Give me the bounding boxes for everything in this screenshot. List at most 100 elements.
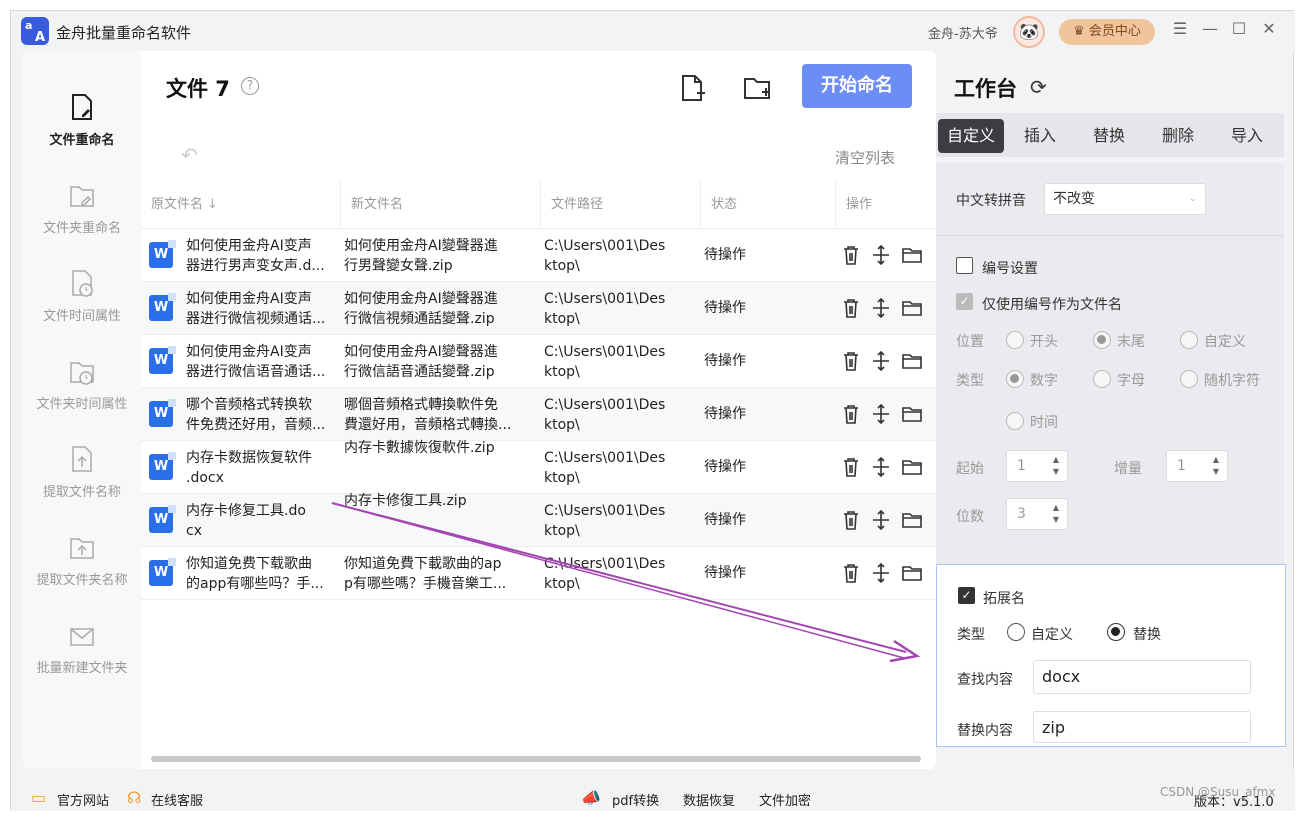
user-name[interactable]: 金舟-苏大爷	[928, 23, 998, 42]
move-icon[interactable]	[871, 403, 891, 425]
open-folder-icon[interactable]	[901, 562, 923, 584]
new-name-cell-line: 行微信視頻通話變聲.zip	[344, 311, 495, 327]
start-rename-button[interactable]: 开始命名	[802, 64, 912, 108]
new-name-cell-line: 你知道免費下載歌曲的ap	[344, 556, 502, 572]
pinyin-select[interactable]: 不改变 ⌄	[1044, 183, 1206, 215]
table-row[interactable]: W 你知道免费下载歌曲 的app有哪些吗？手... 你知道免費下載歌曲的ap p有哪些嗎…	[141, 547, 936, 600]
open-folder-icon[interactable]	[901, 403, 923, 425]
type-radio-letter[interactable]	[1093, 370, 1111, 388]
move-icon[interactable]	[871, 297, 891, 319]
table-row[interactable]: W 内存卡数据恢复软件 .docx 内存卡數據恢復軟件.zip C:\Users\001…	[141, 440, 936, 494]
sort-down-icon[interactable]: ↓	[207, 197, 218, 212]
word-file-icon: W	[149, 452, 176, 480]
sidebar-item-file-time[interactable]: 文件时间属性	[23, 269, 141, 324]
horizontal-scrollbar[interactable]	[151, 756, 921, 762]
extension-radio-replace[interactable]	[1107, 623, 1125, 641]
type-radio-time[interactable]	[1006, 412, 1024, 430]
move-icon[interactable]	[871, 509, 891, 531]
close-icon[interactable]: ✕	[1258, 19, 1280, 38]
digits-stepper[interactable]: 3 ▲ ▼	[1006, 498, 1068, 530]
delete-icon[interactable]	[841, 456, 861, 478]
extension-radio-custom[interactable]	[1007, 623, 1025, 641]
clear-list-button[interactable]: 清空列表	[835, 147, 895, 168]
delete-icon[interactable]	[841, 350, 861, 372]
tab-insert[interactable]: 插入	[1007, 119, 1073, 153]
move-icon[interactable]	[871, 456, 891, 478]
data-recovery-link[interactable]: 数据恢复	[683, 790, 735, 809]
sidebar-item-batch-new-folder[interactable]: 批量新建文件夹	[23, 621, 141, 676]
sidebar-item-file-rename[interactable]: 文件重命名	[23, 93, 141, 148]
open-folder-icon[interactable]	[901, 297, 923, 319]
divider	[936, 235, 1284, 236]
move-icon[interactable]	[871, 350, 891, 372]
table-row[interactable]: W 内存卡修复工具.do cx 内存卡修復工具.zip C:\Users\001\Des…	[141, 493, 936, 547]
original-name-cell: 你知道免费下载歌曲 的app有哪些吗？手...	[186, 554, 336, 594]
type-radio-number[interactable]	[1006, 370, 1024, 388]
open-folder-icon[interactable]	[901, 350, 923, 372]
open-folder-icon[interactable]	[901, 244, 923, 266]
add-file-icon[interactable]	[677, 73, 707, 103]
avatar[interactable]: 🐼	[1013, 16, 1045, 48]
digits-label: 位数	[956, 509, 984, 525]
pdf-convert-link[interactable]: pdf转换	[612, 790, 659, 809]
sidebar-item-extract-file-name[interactable]: 提取文件名称	[23, 445, 141, 500]
path-cell-line: ktop\	[544, 311, 580, 327]
increment-stepper[interactable]: 1 ▲ ▼	[1166, 450, 1228, 482]
add-folder-icon[interactable]	[742, 73, 772, 103]
help-icon[interactable]: ?	[241, 77, 259, 95]
numbering-checkbox[interactable]	[956, 257, 973, 274]
find-input[interactable]: docx	[1033, 660, 1251, 694]
extension-checkbox[interactable]: ✓	[958, 587, 975, 604]
stepper-arrows-icon[interactable]: ▲ ▼	[1053, 454, 1059, 478]
position-radio-end[interactable]	[1093, 331, 1111, 349]
sidebar-item-folder-rename[interactable]: 文件夹重命名	[23, 181, 141, 236]
open-folder-icon[interactable]	[901, 456, 923, 478]
type-radio-random[interactable]	[1180, 370, 1198, 388]
online-service-link[interactable]: 在线客服	[151, 790, 203, 809]
minimize-icon[interactable]: —	[1199, 19, 1221, 38]
sidebar-item-folder-time[interactable]: 文件夹时间属性	[23, 357, 141, 412]
status-cell: 待操作	[704, 353, 746, 369]
tab-custom[interactable]: 自定义	[938, 119, 1004, 153]
only-number-checkbox[interactable]: ✓	[956, 293, 973, 310]
start-stepper[interactable]: 1 ▲ ▼	[1006, 450, 1068, 482]
pinyin-label: 中文转拼音	[956, 193, 1026, 209]
increment-label: 增量	[1114, 461, 1142, 477]
status-cell: 待操作	[704, 300, 746, 316]
column-original-name[interactable]: 原文件名 ↓	[141, 181, 341, 229]
new-name-cell: 如何使用金舟AI變聲器進 行男聲變女聲.zip	[344, 236, 534, 276]
file-encrypt-link[interactable]: 文件加密	[759, 790, 811, 809]
maximize-icon[interactable]: ☐	[1228, 19, 1250, 38]
table-row[interactable]: W 如何使用金舟AI变声 器进行微信视频通话... 如何使用金舟AI變聲器進 行微信視頻…	[141, 282, 936, 335]
table-row[interactable]: W 如何使用金舟AI变声 器进行微信语音通话... 如何使用金舟AI變聲器進 行微信語音…	[141, 335, 936, 388]
move-icon[interactable]	[871, 244, 891, 266]
position-radio-start[interactable]	[1006, 331, 1024, 349]
sidebar-item-extract-folder-name[interactable]: 提取文件夹名称	[23, 533, 141, 588]
tab-delete[interactable]: 删除	[1145, 119, 1211, 153]
refresh-icon[interactable]: ⟳	[1030, 75, 1047, 99]
delete-icon[interactable]	[841, 244, 861, 266]
official-website-link[interactable]: 官方网站	[57, 790, 109, 809]
table-row[interactable]: W 哪个音频格式转换软 件免费还好用，音频... 哪個音頻格式轉換軟件免 費還好用，音頻…	[141, 388, 936, 441]
move-icon[interactable]	[871, 562, 891, 584]
tab-import[interactable]: 导入	[1214, 119, 1280, 153]
delete-icon[interactable]	[841, 562, 861, 584]
stepper-arrows-icon[interactable]: ▲ ▼	[1053, 502, 1059, 526]
stepper-arrows-icon[interactable]: ▲ ▼	[1213, 454, 1219, 478]
delete-icon[interactable]	[841, 297, 861, 319]
path-cell-line: C:\Users\001\Des	[544, 503, 666, 519]
vip-center-button[interactable]: ♛ 会员中心	[1059, 19, 1155, 45]
position-radio-custom[interactable]	[1180, 331, 1198, 349]
replace-input[interactable]: zip	[1033, 711, 1251, 743]
delete-icon[interactable]	[841, 403, 861, 425]
open-folder-icon[interactable]	[901, 509, 923, 531]
delete-icon[interactable]	[841, 509, 861, 531]
undo-icon[interactable]: ↶	[181, 143, 198, 167]
status-cell: 待操作	[704, 459, 746, 475]
original-name-cell-line: 内存卡修复工具.do	[186, 503, 306, 519]
tab-replace[interactable]: 替换	[1076, 119, 1142, 153]
path-cell-line: ktop\	[544, 470, 580, 486]
table-row[interactable]: W 如何使用金舟AI变声 器进行男声变女声.d... 如何使用金舟AI變聲器進 行男聲變…	[141, 229, 936, 282]
menu-icon[interactable]: ☰	[1169, 19, 1191, 38]
mail-folder-icon	[70, 628, 94, 646]
